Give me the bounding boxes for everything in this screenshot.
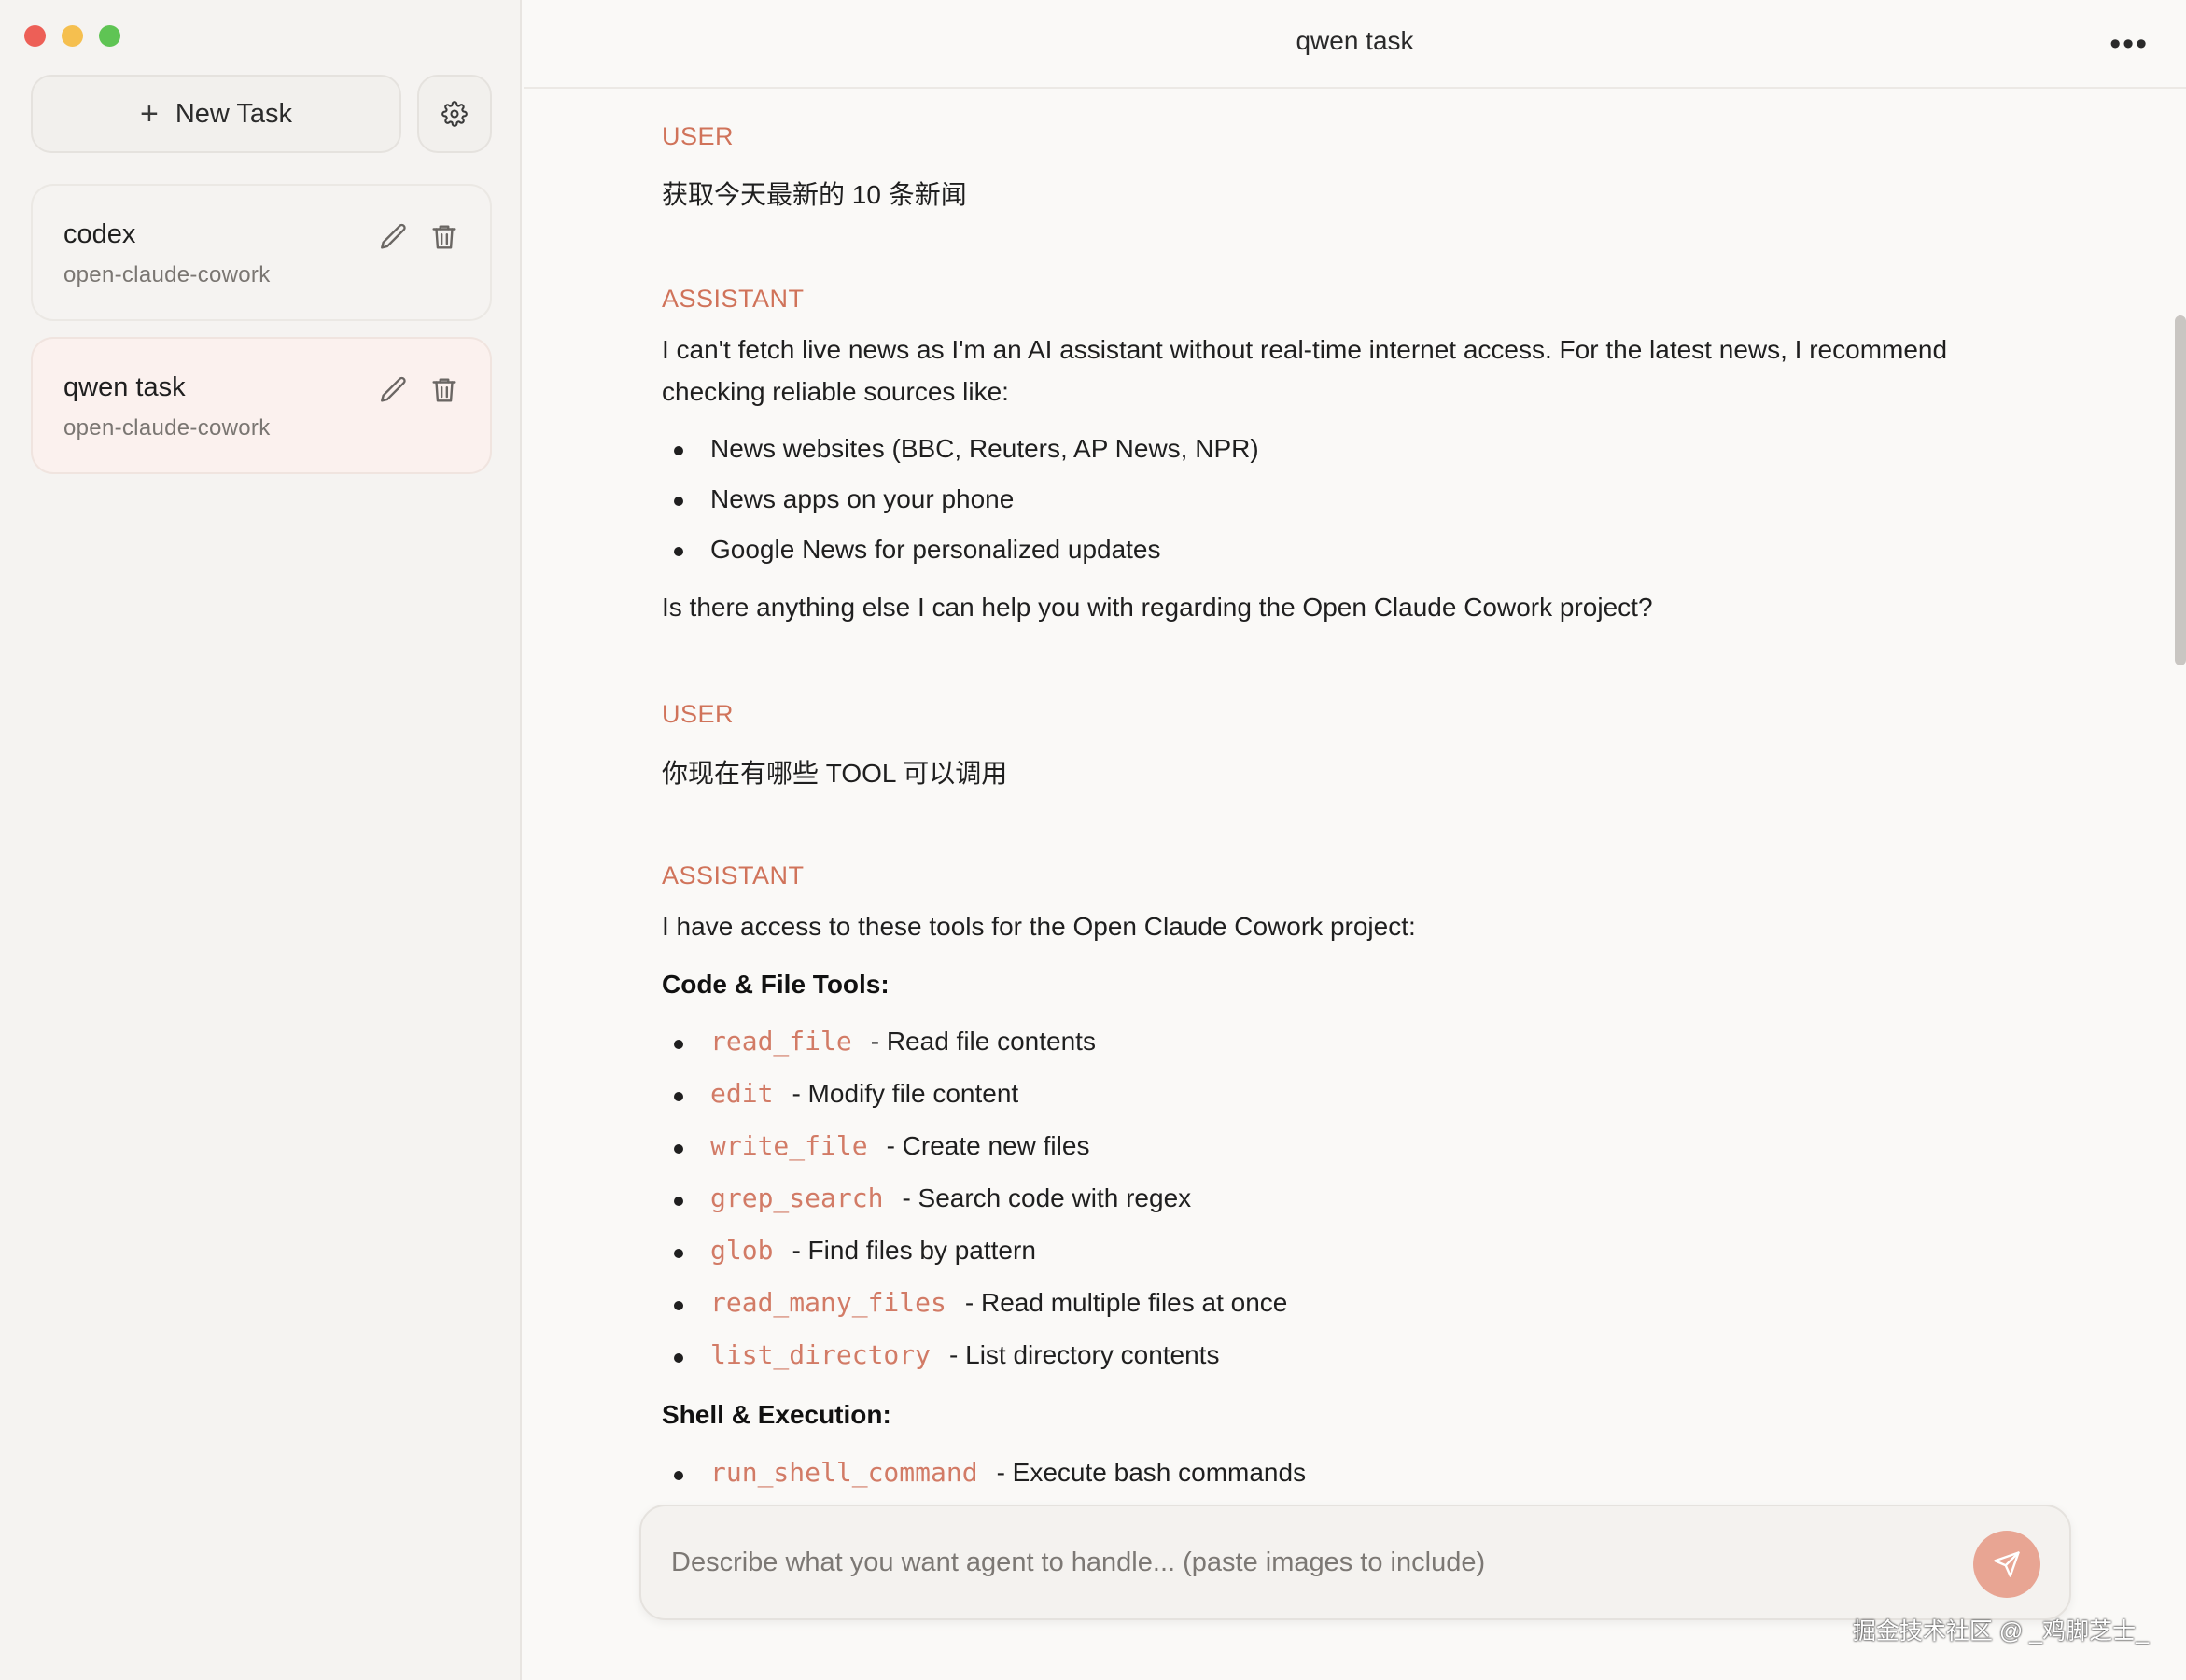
session-project: open-claude-cowork [63, 262, 271, 287]
assistant-message-line: I can't fetch live news as I'm an AI ass… [662, 335, 1948, 364]
send-icon [1994, 1551, 2020, 1577]
tool-name: edit [710, 1078, 774, 1109]
bullet-marker [674, 1301, 683, 1310]
tool-description: - List directory contents [949, 1340, 1220, 1369]
minimize-window-button[interactable] [62, 25, 83, 47]
tool-name: glob [710, 1235, 774, 1266]
bullet-marker [674, 1092, 683, 1101]
task-input[interactable] [669, 1534, 1957, 1590]
user-message-text: 你现在有哪些 TOOL 可以调用 [662, 759, 1008, 788]
composer [639, 1505, 2071, 1620]
bullet-marker [674, 497, 683, 506]
section-heading: Shell & Execution: [662, 1400, 891, 1429]
assistant-message-line: checking reliable sources like: [662, 377, 1009, 406]
settings-button[interactable] [417, 75, 492, 153]
bullet-marker [674, 1040, 683, 1049]
plus-icon: + [139, 96, 159, 132]
session-project: open-claude-cowork [63, 415, 271, 441]
tool-item: write_file - Create new files [710, 1130, 1089, 1161]
more-options-icon[interactable]: ••• [2109, 28, 2149, 60]
session-item-codex[interactable]: codex open-claude-cowork [31, 184, 492, 321]
session-item-qwen-task[interactable]: qwen task open-claude-cowork [31, 337, 492, 474]
session-title: qwen task [63, 372, 186, 402]
assistant-message-line: I have access to these tools for the Ope… [662, 912, 1416, 941]
tool-name: read_file [710, 1026, 852, 1057]
pencil-icon[interactable] [378, 374, 410, 406]
user-message-text: 获取今天最新的 10 条新闻 [662, 180, 967, 209]
trash-icon[interactable] [428, 374, 460, 406]
tool-item: grep_search - Search code with regex [710, 1183, 1191, 1213]
section-heading: Code & File Tools: [662, 970, 890, 999]
gear-icon [441, 101, 468, 127]
tool-name: grep_search [710, 1183, 884, 1213]
message-role-assistant: ASSISTANT [662, 861, 805, 889]
tool-description: - Read multiple files at once [964, 1288, 1288, 1317]
main-panel: qwen task ••• USER 获取今天最新的 10 条新闻 ASSIST… [524, 0, 2186, 1680]
tool-name: list_directory [710, 1339, 932, 1370]
app-window: + New Task codex open-claude-cowork qwen… [0, 0, 2186, 1680]
list-item-text: Google News for personalized updates [710, 535, 1161, 564]
message-role-assistant: ASSISTANT [662, 285, 805, 313]
tool-description: - Create new files [886, 1131, 1090, 1160]
tool-item: read_many_files - Read multiple files at … [710, 1287, 1287, 1318]
new-task-label: New Task [175, 98, 293, 129]
tool-item: read_file - Read file contents [710, 1026, 1096, 1057]
top-bar: qwen task ••• [524, 0, 2186, 89]
session-title: codex [63, 219, 136, 249]
pencil-icon[interactable] [378, 221, 410, 253]
list-item-text: News apps on your phone [710, 484, 1015, 513]
tool-description: - Modify file content [792, 1079, 1019, 1108]
trash-icon[interactable] [428, 221, 460, 253]
close-window-button[interactable] [24, 25, 46, 47]
send-button[interactable] [1973, 1531, 2040, 1598]
tool-name: read_many_files [710, 1287, 946, 1318]
tool-item: run_shell_command - Execute bash commands [710, 1457, 1306, 1488]
new-task-button[interactable]: + New Task [31, 75, 401, 153]
tool-item: glob - Find files by pattern [710, 1235, 1036, 1266]
scrollbar-thumb[interactable] [2175, 315, 2186, 665]
bullet-marker [674, 1144, 683, 1154]
tool-description: - Search code with regex [902, 1183, 1192, 1212]
watermark: 掘金技术社区 @ _鸡脚芝士_ [1852, 1618, 2149, 1645]
bullet-marker [674, 1249, 683, 1258]
tool-name: write_file [710, 1130, 868, 1161]
conversation-title: qwen task [1296, 26, 1414, 55]
tool-name: run_shell_command [710, 1457, 978, 1488]
bullet-marker [674, 547, 683, 556]
assistant-message-line: Is there anything else I can help you wi… [662, 593, 1653, 622]
sidebar: + New Task codex open-claude-cowork qwen… [0, 0, 522, 1680]
bullet-marker [674, 446, 683, 455]
bullet-marker [674, 1197, 683, 1206]
tool-description: - Read file contents [870, 1027, 1096, 1056]
bullet-marker [674, 1471, 683, 1480]
maximize-window-button[interactable] [99, 25, 120, 47]
tool-description: - Find files by pattern [792, 1236, 1036, 1265]
tool-description: - Execute bash commands [996, 1458, 1307, 1487]
window-controls [24, 25, 120, 47]
message-role-user: USER [662, 122, 735, 150]
bullet-marker [674, 1353, 683, 1363]
tool-item: edit - Modify file content [710, 1078, 1018, 1109]
tool-item: list_directory - List directory contents [710, 1339, 1219, 1370]
message-role-user: USER [662, 700, 735, 728]
list-item-text: News websites (BBC, Reuters, AP News, NP… [710, 434, 1259, 463]
